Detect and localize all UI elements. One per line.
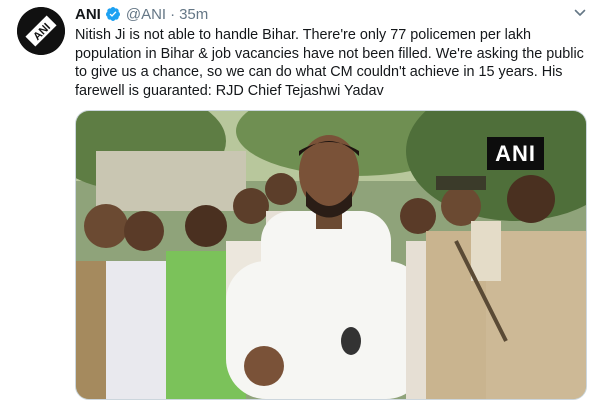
tweet-media-image[interactable]: ANI <box>75 110 587 400</box>
tweet-header: ANI @ANI · 35m <box>75 5 208 23</box>
author-name[interactable]: ANI <box>75 6 101 23</box>
chevron-down-icon[interactable] <box>573 6 587 20</box>
separator-dot: · <box>170 5 176 23</box>
verified-badge-icon <box>105 6 121 22</box>
tweet-timestamp[interactable]: 35m <box>179 6 208 23</box>
media-watermark: ANI <box>487 137 544 170</box>
avatar[interactable]: ANI <box>17 7 65 55</box>
tweet-text: Nitish Ji is not able to handle Bihar. T… <box>75 27 584 99</box>
ani-logo: ANI <box>17 7 65 55</box>
author-handle[interactable]: @ANI <box>126 6 166 23</box>
tweet-card[interactable]: ANI ANI @ANI · 35m Nitish Ji is not able… <box>0 0 599 412</box>
